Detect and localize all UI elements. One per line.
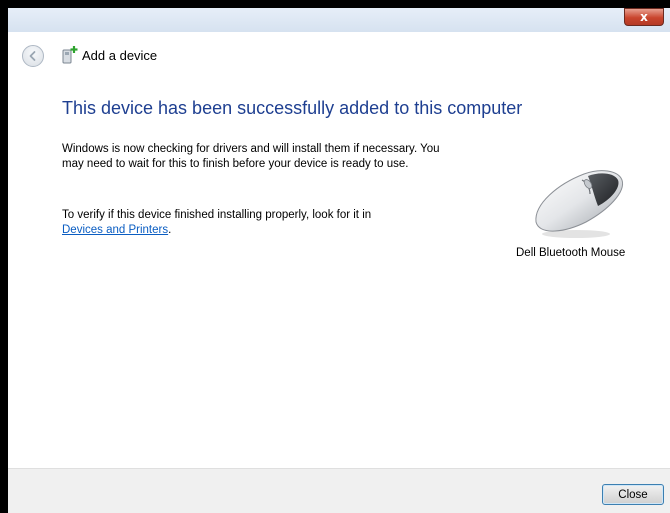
window-close-button[interactable]: x bbox=[624, 8, 664, 26]
verify-info-text: To verify if this device finished instal… bbox=[62, 208, 492, 238]
driver-info-text: Windows is now checking for drivers and … bbox=[62, 143, 440, 170]
main-content: This device has been successfully added … bbox=[8, 80, 670, 468]
verify-text-prefix: To verify if this device finished instal… bbox=[62, 209, 372, 221]
back-button[interactable] bbox=[22, 45, 44, 67]
add-device-icon bbox=[62, 46, 78, 64]
screen-border-left bbox=[0, 0, 8, 513]
devices-and-printers-link[interactable]: Devices and Printers bbox=[62, 224, 168, 236]
dialog-footer: Close bbox=[8, 468, 670, 513]
close-icon: x bbox=[640, 10, 648, 24]
success-heading: This device has been successfully added … bbox=[62, 98, 523, 118]
title-bar[interactable] bbox=[8, 8, 670, 32]
navigation-bar: Add a device bbox=[8, 32, 670, 80]
close-button[interactable]: Close bbox=[602, 484, 664, 505]
page-title: Add a device bbox=[82, 48, 158, 63]
verify-text-suffix: . bbox=[168, 224, 172, 236]
mouse-icon bbox=[535, 170, 624, 238]
back-arrow-icon bbox=[29, 51, 36, 61]
screen-border-top bbox=[0, 0, 670, 8]
add-device-window: x Add a device This device has been succ… bbox=[0, 0, 670, 513]
device-name-label: Dell Bluetooth Mouse bbox=[516, 247, 626, 259]
